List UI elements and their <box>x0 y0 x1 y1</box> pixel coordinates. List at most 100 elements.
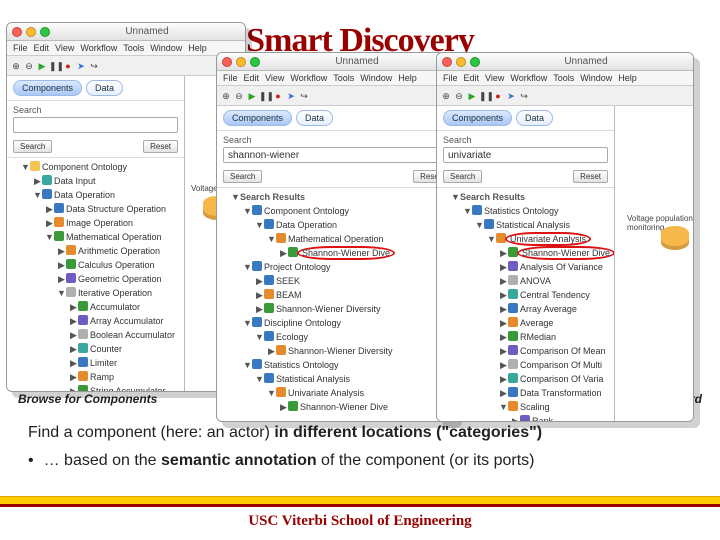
step-icon[interactable]: ➤ <box>285 90 297 102</box>
tree-node[interactable]: ▼Data Operation▼Mathematical Operation▶S… <box>255 218 454 260</box>
tree-node[interactable]: ▶String Accumulator <box>69 384 184 391</box>
search-input[interactable] <box>443 147 608 163</box>
disclosure-icon[interactable]: ▼ <box>499 400 508 414</box>
tree-node[interactable]: ▶Average <box>499 316 614 330</box>
tree-group[interactable]: ▼Statistics Ontology▼Statistical Analysi… <box>243 358 454 414</box>
minimize-icon[interactable] <box>456 57 466 67</box>
disclosure-icon[interactable]: ▶ <box>69 314 78 328</box>
tree-node[interactable]: ▼Data Operation▶Data Structure Operation… <box>33 188 184 391</box>
tree-node[interactable]: ▶Geometric Operation <box>57 272 184 286</box>
zoom-in-icon[interactable]: ⊕ <box>220 90 232 102</box>
disclosure-icon[interactable]: ▶ <box>255 288 264 302</box>
disclosure-icon[interactable]: ▼ <box>267 232 276 246</box>
disclosure-icon[interactable]: ▶ <box>279 246 288 260</box>
menu-window[interactable]: Window <box>360 73 392 83</box>
disclosure-icon[interactable]: ▶ <box>69 342 78 356</box>
tree-node[interactable]: ▼Univariate Analysis▶Shannon-Wiener Dive <box>267 386 454 414</box>
zoom-out-icon[interactable]: ⊖ <box>453 90 465 102</box>
zoom-in-icon[interactable]: ⊕ <box>440 90 452 102</box>
tree-node[interactable]: ▶ANOVA <box>499 274 614 288</box>
menu-help[interactable]: Help <box>618 73 637 83</box>
zoom-icon[interactable] <box>250 57 260 67</box>
tree-node[interactable]: ▶Accumulator <box>69 300 184 314</box>
disclosure-icon[interactable]: ▼ <box>255 218 264 232</box>
tree-node[interactable]: ▼Mathematical Operation▶Shannon-Wiener D… <box>267 232 454 260</box>
tree-node[interactable]: ▶Data Structure Operation <box>45 202 184 216</box>
tree-node[interactable]: ▶Shannon-Wiener Dive <box>279 246 454 260</box>
disclosure-icon[interactable]: ▶ <box>499 330 508 344</box>
disclosure-icon[interactable]: ▼ <box>45 230 54 244</box>
pause-icon[interactable]: ❚❚ <box>49 60 61 72</box>
disclosure-icon[interactable]: ▶ <box>499 246 508 260</box>
tree-node[interactable]: ▶Shannon-Wiener Dive <box>279 400 454 414</box>
zoom-out-icon[interactable]: ⊖ <box>23 60 35 72</box>
zoom-out-icon[interactable]: ⊖ <box>233 90 245 102</box>
tree-node[interactable]: ▶Counter <box>69 342 184 356</box>
component-tree[interactable]: ▼Component Ontology▶Data Input▼Data Oper… <box>7 158 184 391</box>
tab-components[interactable]: Components <box>443 110 512 126</box>
tab-data[interactable]: Data <box>516 110 553 126</box>
disclosure-icon[interactable]: ▼ <box>255 330 264 344</box>
minimize-icon[interactable] <box>26 27 36 37</box>
tree-node[interactable]: ▶Limiter <box>69 356 184 370</box>
search-button[interactable]: Search <box>443 170 482 183</box>
tree-node[interactable]: ▼Scaling▶Rank▶Array Sort▶Sorting▶Complex… <box>499 400 614 421</box>
zoom-icon[interactable] <box>40 27 50 37</box>
disclosure-icon[interactable]: ▼ <box>475 218 484 232</box>
search-results-tree[interactable]: ▼Search Results▼Component Ontology▼Data … <box>217 188 454 421</box>
tree-node[interactable]: ▶Analysis Of Variance <box>499 260 614 274</box>
menu-edit[interactable]: Edit <box>464 73 480 83</box>
tree-node[interactable]: ▶Array Accumulator <box>69 314 184 328</box>
disclosure-icon[interactable]: ▶ <box>45 202 54 216</box>
disclosure-icon[interactable]: ▶ <box>45 216 54 230</box>
tree-group[interactable]: ▼Statistics Ontology▼Statistical Analysi… <box>463 204 614 421</box>
tree-node[interactable]: ▶Comparison Of Multi <box>499 358 614 372</box>
tree-node[interactable]: ▼Statistical Analysis▼Univariate Analysi… <box>475 218 614 421</box>
menu-help[interactable]: Help <box>398 73 417 83</box>
search-input[interactable] <box>223 147 448 163</box>
step-icon[interactable]: ➤ <box>505 90 517 102</box>
disclosure-icon[interactable]: ▼ <box>57 286 66 300</box>
menu-tools[interactable]: Tools <box>123 43 144 53</box>
pause-icon[interactable]: ❚❚ <box>259 90 271 102</box>
tab-data[interactable]: Data <box>296 110 333 126</box>
arrow-icon[interactable]: ↪ <box>88 60 100 72</box>
zoom-icon[interactable] <box>470 57 480 67</box>
close-icon[interactable] <box>12 27 22 37</box>
zoom-in-icon[interactable]: ⊕ <box>10 60 22 72</box>
disclosure-icon[interactable]: ▼ <box>33 188 42 202</box>
tab-components[interactable]: Components <box>13 80 82 96</box>
tree-node[interactable]: ▶Array Average <box>499 302 614 316</box>
disclosure-icon[interactable]: ▶ <box>255 302 264 316</box>
disclosure-icon[interactable]: ▶ <box>267 344 276 358</box>
tree-node[interactable]: ▼Ecology▶Shannon-Wiener Diversity <box>255 330 454 358</box>
disclosure-icon[interactable]: ▶ <box>499 260 508 274</box>
disclosure-icon[interactable]: ▶ <box>57 272 66 286</box>
menu-tools[interactable]: Tools <box>333 73 354 83</box>
workflow-canvas[interactable]: Voltage population monitoring <box>615 106 693 421</box>
tree-node[interactable]: ▶Comparison Of Varia <box>499 372 614 386</box>
play-icon[interactable]: ▶ <box>466 90 478 102</box>
search-button[interactable]: Search <box>13 140 52 153</box>
menu-view[interactable]: View <box>265 73 284 83</box>
menu-workflow[interactable]: Workflow <box>80 43 117 53</box>
tree-node[interactable]: ▶Shannon-Wiener Dive <box>499 246 614 260</box>
disclosure-icon[interactable]: ▶ <box>255 274 264 288</box>
disclosure-icon[interactable]: ▶ <box>511 414 520 421</box>
tree-node[interactable]: ▶BEAM <box>255 288 454 302</box>
menu-workflow[interactable]: Workflow <box>290 73 327 83</box>
stop-icon[interactable]: ● <box>62 60 74 72</box>
disclosure-icon[interactable]: ▶ <box>499 302 508 316</box>
disclosure-icon[interactable]: ▶ <box>499 358 508 372</box>
search-results-tree[interactable]: ▼Search Results▼Statistics Ontology▼Stat… <box>437 188 614 421</box>
tree-node[interactable]: ▶SEEK <box>255 274 454 288</box>
menu-tools[interactable]: Tools <box>553 73 574 83</box>
tree-node[interactable]: ▶Ramp <box>69 370 184 384</box>
disclosure-icon[interactable]: ▶ <box>279 400 288 414</box>
disclosure-icon[interactable]: ▶ <box>499 316 508 330</box>
menu-window[interactable]: Window <box>150 43 182 53</box>
tree-node[interactable]: ▼Iterative Operation▶Accumulator▶Array A… <box>57 286 184 391</box>
minimize-icon[interactable] <box>236 57 246 67</box>
tree-node[interactable]: ▶Comparison Of Mean <box>499 344 614 358</box>
disclosure-icon[interactable]: ▶ <box>69 370 78 384</box>
